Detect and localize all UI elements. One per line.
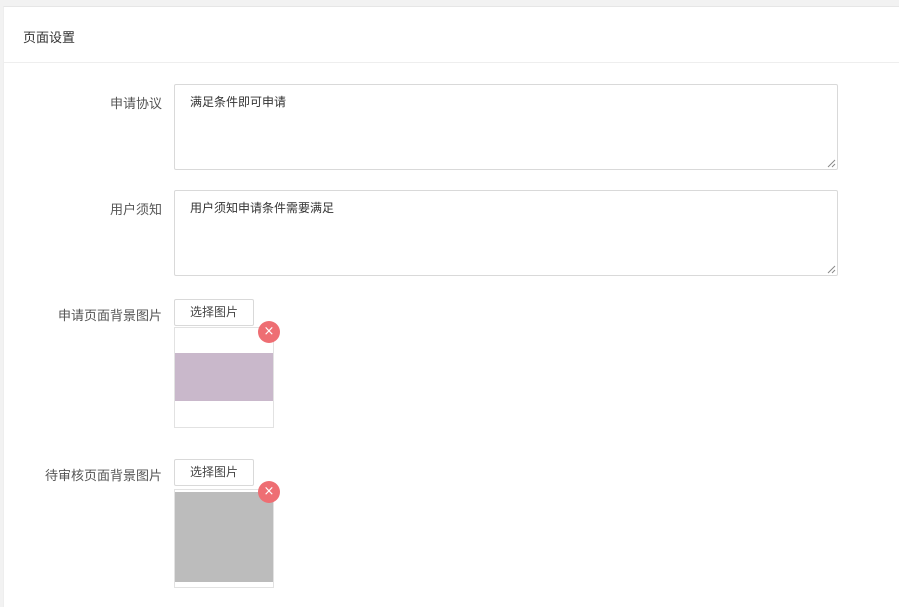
panel-header: 页面设置 <box>4 7 899 63</box>
pending-bg-image <box>175 492 273 582</box>
agreement-label: 申请协议 <box>109 97 162 112</box>
notice-text: 用户须知申请条件需要满足 <box>190 201 335 215</box>
pending-bg-label: 待审核页面背景图片 <box>44 469 162 484</box>
apply-bg-image <box>175 353 273 401</box>
resize-grip-icon[interactable] <box>827 159 836 168</box>
notice-label: 用户须知 <box>109 203 162 218</box>
apply-bg-select-button[interactable]: 选择图片 <box>174 299 254 326</box>
pending-bg-preview <box>174 489 274 588</box>
apply-bg-label: 申请页面背景图片 <box>57 309 162 324</box>
apply-bg-remove-icon[interactable]: × <box>258 321 280 343</box>
pending-bg-select-button[interactable]: 选择图片 <box>174 459 254 486</box>
panel-title: 页面设置 <box>23 31 76 46</box>
agreement-text: 满足条件即可申请 <box>190 95 287 109</box>
notice-textarea[interactable]: 用户须知申请条件需要满足 <box>174 190 838 276</box>
pending-bg-remove-icon[interactable]: × <box>258 481 280 503</box>
apply-bg-preview <box>174 327 274 428</box>
page-settings-panel: 页面设置 申请协议 满足条件即可申请 用户须知 用户须知申请条件需要满足 申请页… <box>3 6 899 607</box>
resize-grip-icon[interactable] <box>827 265 836 274</box>
agreement-textarea[interactable]: 满足条件即可申请 <box>174 84 838 170</box>
